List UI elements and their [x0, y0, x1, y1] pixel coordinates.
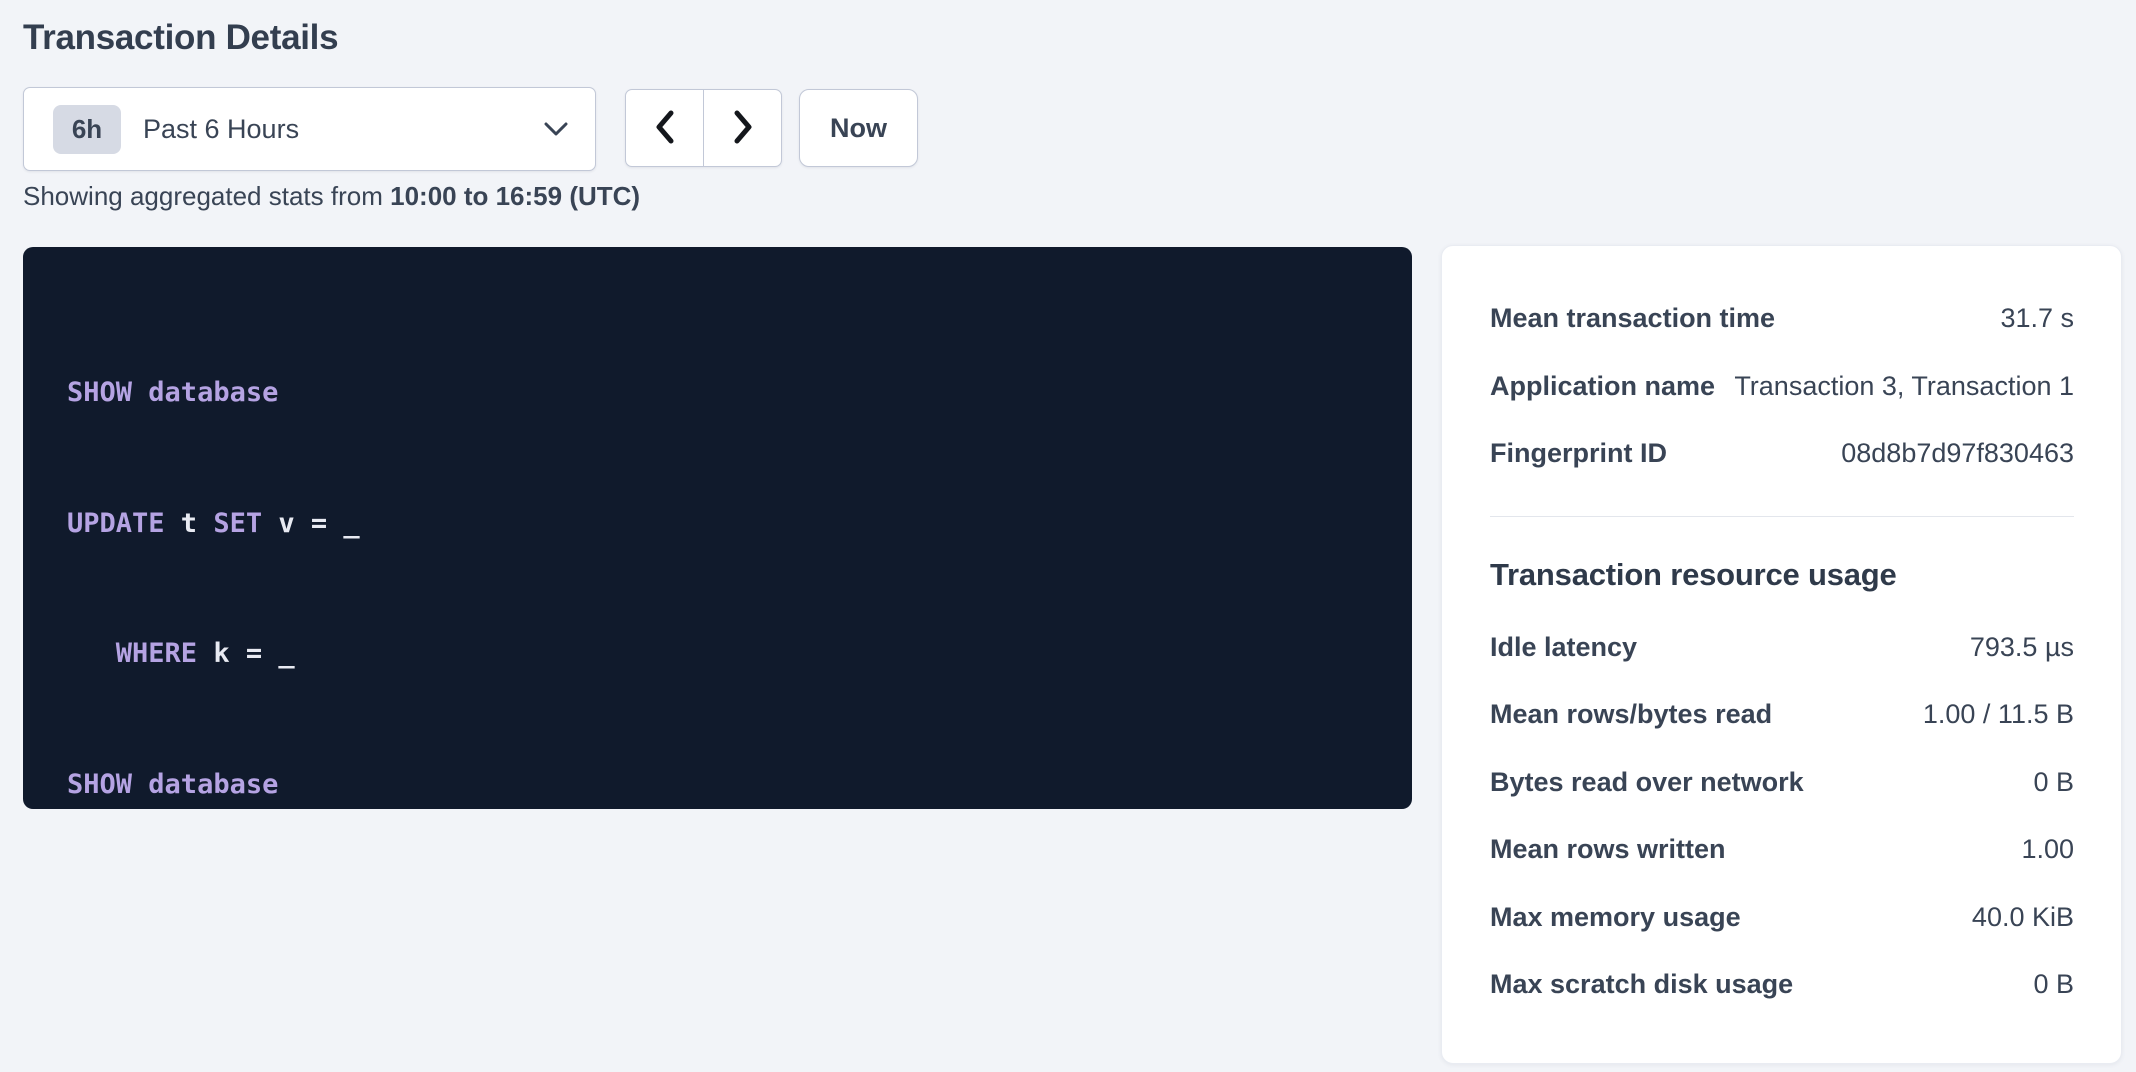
sql-keyword: SHOW [67, 377, 132, 408]
chevron-down-icon [543, 121, 569, 137]
sql-text: t [165, 508, 214, 539]
stat-row: Bytes read over network 0 B [1490, 749, 2074, 817]
stat-value: 793.5 µs [1970, 632, 2074, 663]
stat-row: Idle latency 793.5 µs [1490, 614, 2074, 682]
sql-text [132, 377, 148, 408]
chevron-right-icon [732, 110, 754, 147]
stat-label: Application name [1490, 371, 1715, 402]
stat-label: Mean rows/bytes read [1490, 699, 1772, 730]
stat-label: Bytes read over network [1490, 767, 1804, 798]
stat-value: Transaction 3, Transaction 1 [1734, 371, 2074, 402]
stat-label: Fingerprint ID [1490, 438, 1667, 469]
stat-label: Idle latency [1490, 632, 1637, 663]
stat-label: Max scratch disk usage [1490, 969, 1793, 1000]
sql-keyword: SHOW [67, 769, 132, 800]
sql-text [67, 638, 116, 669]
sql-line: UPDATE t SET v = _ [67, 502, 1382, 546]
sql-keyword: database [148, 769, 278, 800]
now-button[interactable]: Now [799, 89, 918, 167]
stat-row: Max memory usage 40.0 KiB [1490, 884, 2074, 952]
sql-keyword: UPDATE [67, 508, 165, 539]
card-divider [1490, 516, 2074, 517]
stat-row: Mean rows written 1.00 [1490, 816, 2074, 884]
stat-value: 08d8b7d97f830463 [1841, 438, 2074, 469]
time-range-picker[interactable]: 6h Past 6 Hours [23, 87, 596, 171]
page-title: Transaction Details [23, 18, 338, 58]
sql-line: SHOW database [67, 763, 1382, 807]
sql-text: k = _ [197, 638, 295, 669]
stat-value: 1.00 / 11.5 B [1923, 699, 2074, 730]
transaction-details-card: Mean transaction time 31.7 s Application… [1441, 245, 2122, 1064]
time-range-badge: 6h [53, 105, 121, 154]
sql-keyword: WHERE [116, 638, 197, 669]
sql-keyword: database [148, 377, 278, 408]
sql-text: v = _ [262, 508, 360, 539]
stat-row: Mean rows/bytes read 1.00 / 11.5 B [1490, 681, 2074, 749]
stat-value: 40.0 KiB [1972, 902, 2074, 933]
next-time-button[interactable] [703, 90, 781, 166]
summary-prefix: Showing aggregated stats from [23, 181, 390, 211]
sql-text [132, 769, 148, 800]
sql-keyword: SET [213, 508, 262, 539]
previous-time-button[interactable] [626, 90, 703, 166]
transaction-details-page: Transaction Details 6h Past 6 Hours Now … [0, 0, 2136, 1072]
chevron-left-icon [654, 110, 676, 147]
resource-usage-heading: Transaction resource usage [1490, 554, 2074, 596]
stat-label: Mean transaction time [1490, 303, 1775, 334]
sql-line: WHERE k = _ [67, 632, 1382, 676]
time-nav-button-group [625, 89, 782, 167]
stat-row: Application name Transaction 3, Transact… [1490, 353, 2074, 421]
stat-value: 1.00 [2021, 834, 2074, 865]
stat-value: 0 B [2033, 969, 2074, 1000]
stat-value: 31.7 s [2000, 303, 2074, 334]
stat-row: Mean transaction time 31.7 s [1490, 285, 2074, 353]
sql-statement-box: SHOW database UPDATE t SET v = _ WHERE k… [23, 247, 1412, 809]
aggregated-stats-summary: Showing aggregated stats from 10:00 to 1… [23, 181, 640, 211]
stat-label: Mean rows written [1490, 834, 1726, 865]
time-range-label: Past 6 Hours [143, 114, 299, 145]
stat-row: Fingerprint ID 08d8b7d97f830463 [1490, 420, 2074, 488]
stat-value: 0 B [2033, 767, 2074, 798]
summary-range: 10:00 to 16:59 (UTC) [390, 181, 640, 211]
stat-row: Max scratch disk usage 0 B [1490, 951, 2074, 1019]
sql-line: SHOW database [67, 371, 1382, 415]
stat-label: Max memory usage [1490, 902, 1741, 933]
